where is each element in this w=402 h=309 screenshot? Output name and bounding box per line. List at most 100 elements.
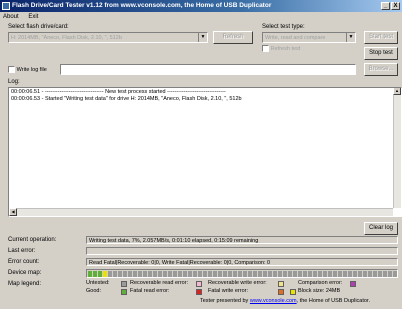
device-map-block [293,271,297,277]
menu-about[interactable]: About [3,14,19,20]
device-map-block [153,271,157,277]
write-log-option[interactable]: Write log file [8,66,47,73]
device-map-block [113,271,117,277]
refresh-test-label: Refresh test [270,46,301,53]
device-map-block [138,271,142,277]
minimize-button[interactable]: _ [381,2,390,10]
device-map-block [323,271,327,277]
legend-fatal-read-swatch [196,289,202,295]
log-line: 00:00:06.53 - Started "Writing test data… [11,96,242,102]
browse-button[interactable]: Browse... [364,63,398,76]
device-map-block [318,271,322,277]
device-map-block [173,271,177,277]
device-map-block [123,271,127,277]
device-map-block [328,271,332,277]
legend-comparison-error-swatch [350,281,356,287]
log-file-path-input[interactable] [60,64,356,75]
device-map-block [193,271,197,277]
device-map-block [218,271,222,277]
device-map-block [383,271,387,277]
device-map-block [108,271,112,277]
close-button[interactable]: X [391,2,400,10]
device-map-block [283,271,287,277]
device-map-block [363,271,367,277]
chevron-down-icon: ▼ [346,33,355,42]
log-textarea[interactable]: 00:00:06.51 - --------------------------… [8,87,402,217]
write-log-label: Write log file [16,67,47,74]
device-map [86,269,398,278]
chevron-down-icon: ▼ [198,33,207,42]
write-log-checkbox[interactable] [8,66,15,73]
window-titlebar[interactable]: Flash Drive/Card Tester v1.12 from www.v… [0,0,402,12]
current-operation-label: Current operation: [8,237,57,243]
footer-prefix: Tester presented by [200,298,250,304]
device-map-block [88,271,92,277]
error-count-value: Read Fatal|Recoverable: 0|0, Write Fatal… [86,258,398,266]
device-map-block [238,271,242,277]
device-map-block [368,271,372,277]
log-vertical-scrollbar[interactable]: ▲ [393,88,401,208]
device-map-block [243,271,247,277]
legend-untested-label: Untested: [86,280,110,286]
device-map-block [178,271,182,277]
legend-recoverable-read-label: Recoverable read error: [130,280,189,286]
device-map-block [158,271,162,277]
device-map-block [278,271,282,277]
device-map-block [103,271,107,277]
device-map-block [248,271,252,277]
start-test-button[interactable]: Start test [364,31,398,44]
refresh-test-checkbox[interactable] [262,45,269,52]
refresh-test-option[interactable]: Refresh test [262,45,300,52]
device-map-block [388,271,392,277]
vconsole-link[interactable]: www.vconsole.com [250,298,297,304]
legend-fatal-write-label: Fatal write error: [208,288,249,294]
log-line: 00:00:06.51 - --------------------------… [11,89,226,95]
legend-good-swatch [121,289,127,295]
device-map-block [258,271,262,277]
device-map-block [253,271,257,277]
legend-fatal-read-label: Fatal read error: [130,288,170,294]
device-map-block [98,271,102,277]
test-type-label: Select test type: [262,24,305,30]
clear-log-button[interactable]: Clear log [364,222,398,235]
log-horizontal-scrollbar[interactable]: ◀ [9,208,393,216]
device-map-block [203,271,207,277]
device-map-block [183,271,187,277]
menu-bar: About Exit [0,12,402,22]
device-map-block [273,271,277,277]
last-error-value [86,247,398,255]
device-map-block [163,271,167,277]
legend-fatal-write-swatch [278,289,284,295]
footer-suffix: , the Home of USB Duplicator. [296,298,370,304]
device-map-block [308,271,312,277]
refresh-button[interactable]: Refresh [213,31,253,44]
stop-test-button[interactable]: Stop test [364,47,398,60]
drive-select-dropdown[interactable]: H: 2014MB, "Aneco, Flash Disk, 2.10, ", … [8,32,208,43]
test-type-dropdown[interactable]: Write, read and compare ▼ [262,32,356,43]
scroll-up-icon[interactable]: ▲ [393,88,401,95]
drive-select-value: H: 2014MB, "Aneco, Flash Disk, 2.10, ", … [11,35,122,41]
map-legend-label: Map legend: [8,281,42,287]
device-map-block [348,271,352,277]
window-title: Flash Drive/Card Tester v1.12 from www.v… [12,2,272,9]
device-map-block [93,271,97,277]
device-map-block [128,271,132,277]
device-map-block [393,271,397,277]
device-map-block [288,271,292,277]
device-map-block [133,271,137,277]
device-map-block [213,271,217,277]
device-map-block [143,271,147,277]
scroll-left-icon[interactable]: ◀ [9,208,17,216]
legend-untested-swatch [121,281,127,287]
device-map-block [353,271,357,277]
device-map-block [208,271,212,277]
device-map-block [223,271,227,277]
error-count-label: Error count: [8,259,40,265]
device-map-block [268,271,272,277]
device-map-block [233,271,237,277]
device-map-block [333,271,337,277]
legend-comparison-error-label: Comparison error: [298,280,343,286]
device-map-block [378,271,382,277]
menu-exit[interactable]: Exit [28,14,38,20]
device-map-block [263,271,267,277]
